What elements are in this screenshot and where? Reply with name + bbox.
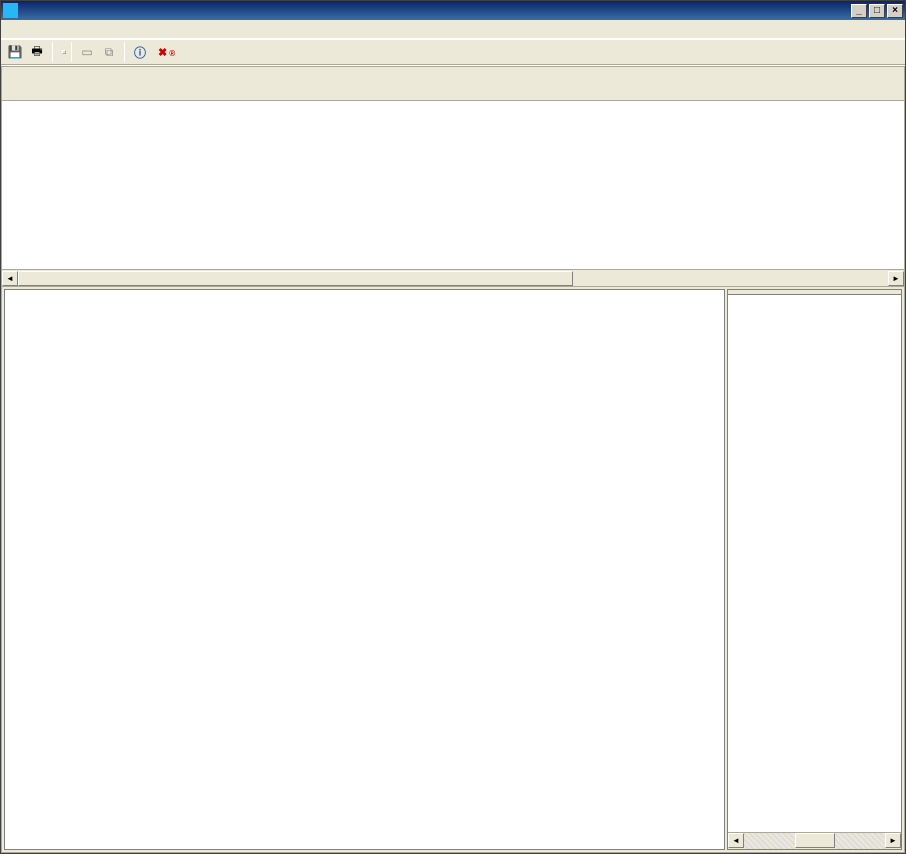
toolbar: 💾 🖶 ▭ ⧉ ⓘ ✖® xyxy=(1,39,905,65)
legend-panel: ◄ ► xyxy=(727,289,902,850)
save-icon[interactable]: 💾 xyxy=(5,42,25,62)
chart-panel xyxy=(4,289,725,850)
data-grid: ◄ ► xyxy=(1,67,905,287)
window-icon[interactable]: ▭ xyxy=(77,42,97,62)
scroll-thumb[interactable] xyxy=(18,271,573,286)
legend-body xyxy=(728,295,901,832)
legend-scroll-left[interactable]: ◄ xyxy=(728,833,744,848)
grid-hscrollbar[interactable]: ◄ ► xyxy=(2,269,904,286)
brand-logo: ✖® xyxy=(158,46,177,59)
minimize-button[interactable]: _ xyxy=(851,4,867,18)
scroll-left-button[interactable]: ◄ xyxy=(2,271,18,286)
menubar xyxy=(1,20,905,39)
legend-hscrollbar[interactable]: ◄ ► xyxy=(728,832,901,849)
legend-scroll-thumb[interactable] xyxy=(795,833,835,848)
maximize-button[interactable]: □ xyxy=(869,4,885,18)
app-icon xyxy=(3,3,18,18)
throughput-chart xyxy=(11,304,701,749)
filter-bar xyxy=(62,50,66,54)
close-button[interactable]: × xyxy=(887,4,903,18)
help-icon[interactable]: ⓘ xyxy=(130,42,150,62)
print-icon[interactable]: 🖶 xyxy=(27,42,47,62)
copy-icon[interactable]: ⧉ xyxy=(99,42,119,62)
scroll-right-button[interactable]: ► xyxy=(888,271,904,286)
legend-scroll-right[interactable]: ► xyxy=(885,833,901,848)
titlebar[interactable]: _ □ × xyxy=(1,1,905,20)
